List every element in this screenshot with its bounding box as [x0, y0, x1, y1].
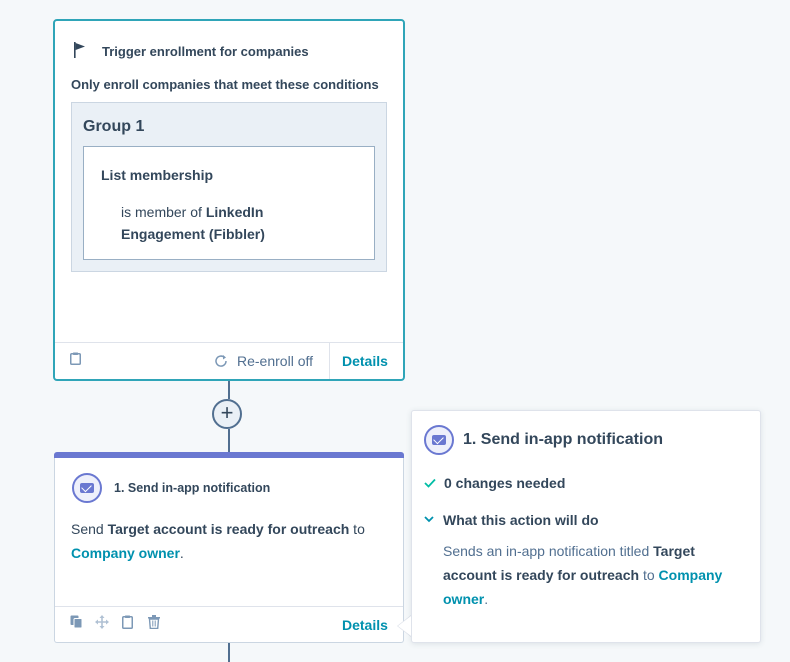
filter-value-line1: LinkedIn: [205, 204, 264, 220]
add-action-button[interactable]: +: [212, 399, 242, 429]
connector-line-top: [228, 381, 230, 399]
chevron-down-icon[interactable]: [424, 516, 434, 523]
refresh-icon: [215, 355, 227, 367]
section-toggle-label[interactable]: What this action will do: [443, 512, 599, 528]
trigger-footer-separator: [329, 343, 330, 379]
clipboard-icon[interactable]: [122, 615, 133, 629]
popover-desc-title-1: Target: [653, 543, 695, 559]
trigger-details-button[interactable]: Details: [342, 353, 388, 369]
trigger-footer-divider: [55, 342, 403, 343]
connector-line-middle: [228, 429, 230, 452]
action-period: .: [179, 545, 184, 561]
action-card-accent-bar: [54, 452, 404, 458]
filter-prefix: is member of: [121, 204, 206, 220]
action-description: Send Target account is ready for outreac…: [71, 517, 396, 565]
popover-recipient-link-1[interactable]: Company: [659, 567, 723, 583]
popover-description: Sends an in-app notification titled Targ…: [443, 539, 748, 611]
action-details-button[interactable]: Details: [342, 617, 388, 633]
action-to-text: to: [349, 521, 365, 537]
popover-arrow: [398, 616, 411, 636]
action-footer-divider: [55, 606, 403, 607]
filter-description: is member of LinkedIn Engagement (Fibble…: [121, 201, 361, 245]
popover-desc-period: .: [484, 591, 489, 607]
group-title: Group 1: [83, 118, 145, 135]
flag-icon: [74, 42, 85, 58]
action-recipient-link[interactable]: Company owner: [71, 545, 180, 561]
popover-title: 1. Send in-app notification: [463, 431, 663, 448]
popover-desc-title-2: account is ready for outreach: [443, 567, 640, 583]
popover-desc-to: to: [639, 567, 659, 583]
trash-icon[interactable]: [148, 615, 160, 629]
filter-value-line2: Engagement (Fibbler): [121, 226, 265, 242]
reenroll-status[interactable]: Re-enroll off: [237, 353, 313, 369]
filter-title: List membership: [101, 167, 214, 183]
trigger-title: Trigger enrollment for companies: [102, 44, 309, 59]
action-notification-title: Target account is ready for outreach: [107, 521, 350, 537]
action-send-prefix: Send: [71, 521, 108, 537]
envelope-icon: [72, 473, 102, 503]
check-icon: [424, 478, 436, 488]
trigger-subtitle: Only enroll companies that meet these co…: [71, 77, 379, 92]
clipboard-icon[interactable]: [70, 352, 81, 365]
action-title: 1. Send in-app notification: [114, 481, 271, 495]
popover-desc-prefix: Sends an in-app notification titled: [443, 543, 654, 559]
popover-recipient-link-2[interactable]: owner: [443, 591, 484, 607]
move-icon[interactable]: [95, 615, 109, 629]
changes-needed-label: 0 changes needed: [444, 475, 566, 491]
copy-icon[interactable]: [70, 615, 83, 629]
envelope-icon: [424, 425, 454, 455]
connector-line-bottom: [228, 643, 230, 662]
